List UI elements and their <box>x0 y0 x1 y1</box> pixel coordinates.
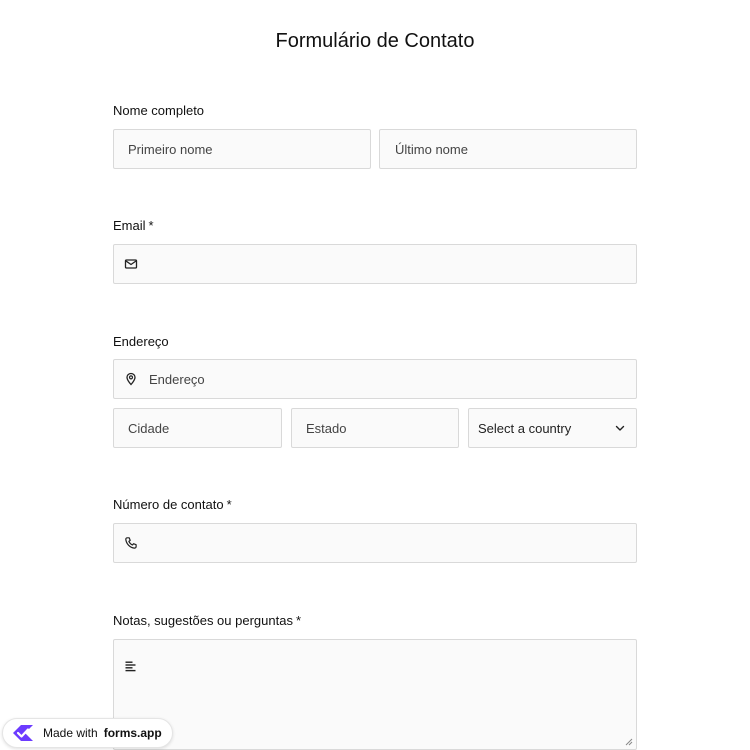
full-name-label-text: Nome completo <box>113 103 205 118</box>
notes-field[interactable] <box>113 639 637 750</box>
last-name-input[interactable] <box>395 130 636 168</box>
country-select-value: Select a country <box>478 420 572 436</box>
email-label: Email * <box>113 218 154 233</box>
first-name-input[interactable] <box>128 130 370 168</box>
city-field[interactable] <box>113 408 282 448</box>
contact-form-page: Formulário de Contato Nome completo Emai… <box>0 0 750 750</box>
notes-label: Notas, sugestões ou perguntas * <box>113 613 301 628</box>
phone-field[interactable] <box>113 523 637 563</box>
notes-label-text: Notas, sugestões ou perguntas <box>113 613 293 628</box>
email-required-mark: * <box>148 218 154 233</box>
address-label: Endereço <box>113 334 169 349</box>
full-name-label: Nome completo <box>113 103 204 118</box>
chevron-down-icon <box>615 425 625 431</box>
last-name-field[interactable] <box>379 129 637 169</box>
phone-required-mark: * <box>226 497 232 512</box>
state-field[interactable] <box>291 408 459 448</box>
email-label-text: Email <box>113 218 146 233</box>
badge-prefix: Made with <box>43 726 98 740</box>
address-label-text: Endereço <box>113 334 169 349</box>
street-address-input[interactable] <box>149 360 636 398</box>
street-address-field[interactable] <box>113 359 637 399</box>
text-align-icon <box>125 661 136 672</box>
phone-input[interactable] <box>148 524 636 562</box>
phone-label: Número de contato * <box>113 497 232 512</box>
first-name-field[interactable] <box>113 129 371 169</box>
state-input[interactable] <box>306 409 458 447</box>
phone-icon <box>125 537 137 549</box>
country-select[interactable]: Select a country <box>468 408 637 448</box>
mail-icon <box>124 259 138 269</box>
email-input[interactable] <box>148 245 636 283</box>
made-with-badge[interactable]: Made with forms.app <box>2 718 173 748</box>
location-pin-icon <box>126 372 136 386</box>
badge-brand: forms.app <box>103 726 162 740</box>
forms-app-logo-icon <box>13 725 33 741</box>
notes-textarea[interactable] <box>148 652 622 749</box>
city-input[interactable] <box>128 409 281 447</box>
form-title: Formulário de Contato <box>275 30 475 52</box>
notes-required-mark: * <box>295 613 302 628</box>
resize-handle-icon[interactable] <box>625 738 633 746</box>
phone-label-text: Número de contato <box>113 497 224 512</box>
email-field[interactable] <box>113 244 637 284</box>
